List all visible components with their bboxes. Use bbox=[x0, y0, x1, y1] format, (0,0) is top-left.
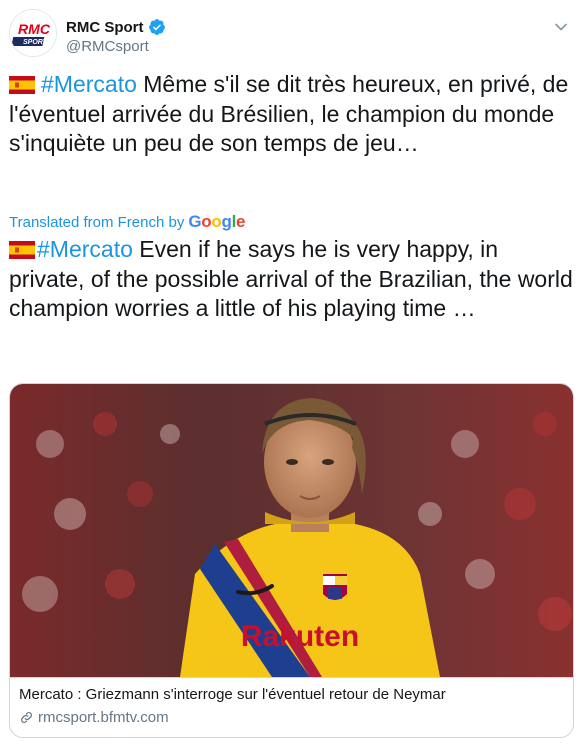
rmc-sport-logo: RMC SPORT bbox=[10, 10, 56, 56]
chevron-down-icon[interactable] bbox=[551, 17, 571, 37]
author-name-row[interactable]: RMC Sport bbox=[66, 17, 166, 37]
card-image: Rakuten bbox=[10, 384, 573, 677]
translation-attribution[interactable]: Translated from French by Google bbox=[9, 211, 245, 233]
tweet-original-text: #Mercato Même s'il se dit très heureux, … bbox=[9, 70, 574, 159]
avatar[interactable]: RMC SPORT bbox=[9, 9, 57, 57]
tweet-translated-text: #Mercato Even if he says he is very happ… bbox=[9, 235, 574, 324]
card-domain-text: rmcsport.bfmtv.com bbox=[38, 709, 169, 726]
tweet-header: RMC SPORT RMC Sport @RMCsport bbox=[9, 9, 577, 65]
hashtag-mercato-translated[interactable]: #Mercato bbox=[37, 236, 133, 262]
spain-flag-icon bbox=[9, 241, 35, 259]
link-card[interactable]: Rakuten Mercato : Griezmann s'interroge … bbox=[9, 383, 574, 738]
card-body[interactable]: Mercato : Griezmann s'interroge sur l'év… bbox=[10, 677, 573, 737]
verified-badge-icon bbox=[148, 19, 165, 35]
hashtag-mercato[interactable]: #Mercato bbox=[41, 71, 137, 97]
google-logo: Google bbox=[188, 212, 246, 231]
jersey-sponsor: Rakuten bbox=[241, 620, 359, 653]
link-icon bbox=[21, 712, 32, 723]
avatar-logo-top: RMC bbox=[18, 21, 51, 37]
translated-label: Translated from French by bbox=[9, 213, 185, 231]
avatar-logo-bottom: SPORT bbox=[23, 39, 48, 46]
card-title[interactable]: Mercato : Griezmann s'interroge sur l'év… bbox=[19, 686, 446, 703]
author-display-name[interactable]: RMC Sport bbox=[66, 19, 144, 36]
author-handle[interactable]: @RMCsport bbox=[66, 38, 149, 55]
card-domain[interactable]: rmcsport.bfmtv.com bbox=[19, 709, 169, 726]
spain-flag-icon bbox=[9, 76, 35, 94]
